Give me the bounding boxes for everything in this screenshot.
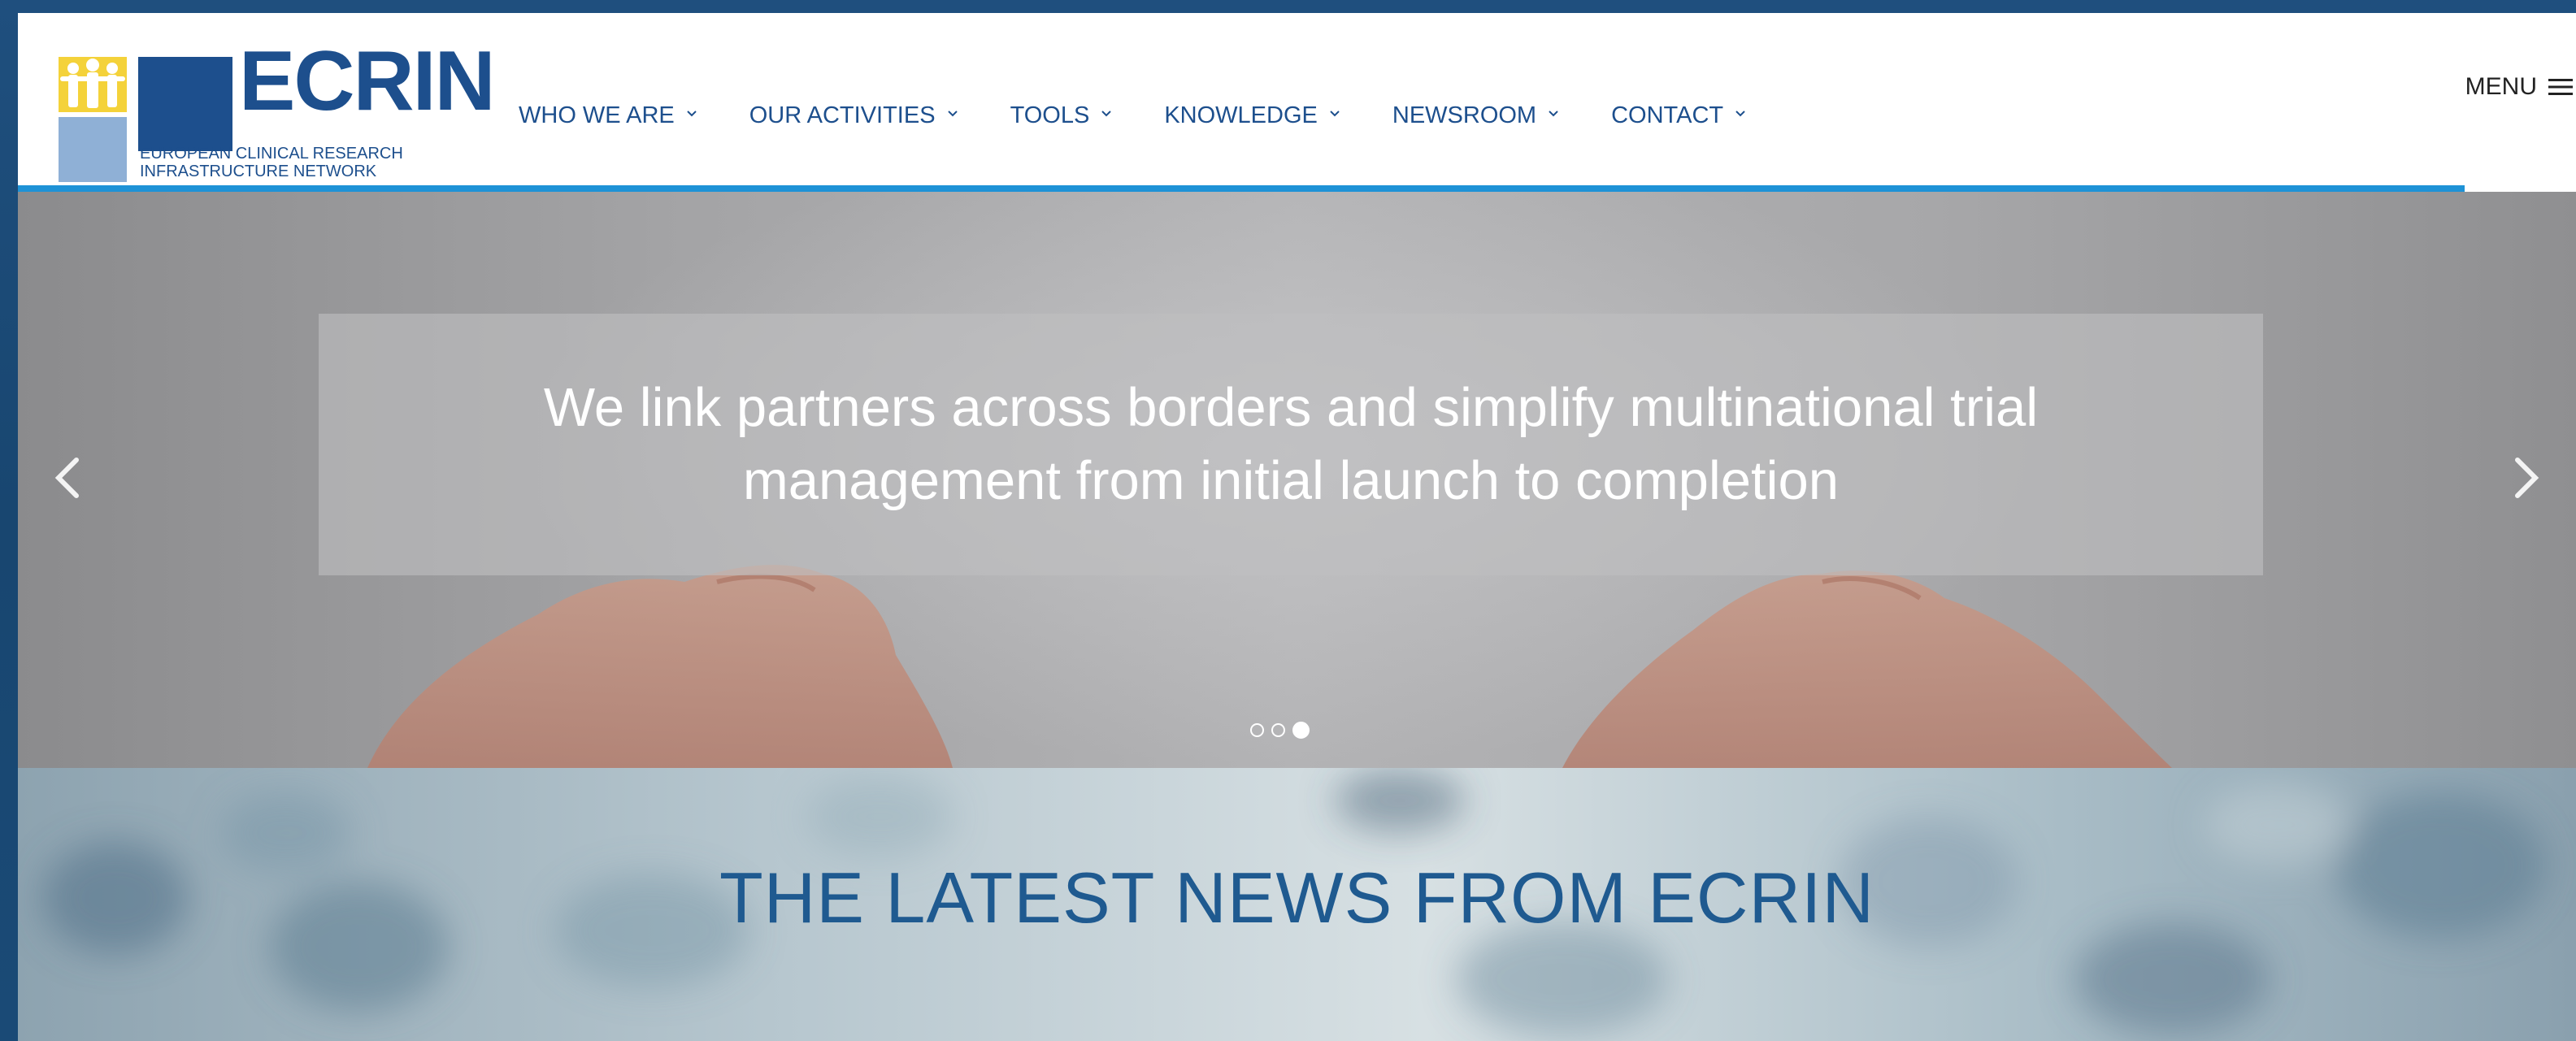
- nav-label: CONTACT: [1611, 102, 1724, 128]
- nav-label: TOOLS: [1010, 102, 1090, 128]
- header-accent-bar: [18, 185, 2465, 192]
- nav-tools[interactable]: TOOLS: [1010, 102, 1113, 129]
- main-nav: WHO WE ARE OUR ACTIVITIES TOOLS KNOWLEDG…: [519, 99, 1798, 132]
- ecrin-logo[interactable]: ECRIN EUROPEAN CLINICAL RESEARCH INFRAST…: [59, 39, 496, 182]
- chevron-down-icon: [1549, 111, 1558, 117]
- carousel-indicators: [1250, 722, 1317, 739]
- web-page: ECRIN EUROPEAN CLINICAL RESEARCH INFRAST…: [18, 13, 2576, 1041]
- nav-label: OUR ACTIVITIES: [749, 102, 936, 128]
- menu-button[interactable]: MENU: [2465, 73, 2573, 101]
- nav-label: NEWSROOM: [1392, 102, 1537, 128]
- logo-light-square: [59, 117, 127, 182]
- news-section-title: THE LATEST NEWS FROM ECRIN: [719, 857, 1875, 938]
- chevron-left-icon[interactable]: [42, 436, 91, 517]
- logo-wordmark: ECRIN: [239, 34, 496, 128]
- chevron-down-icon: [947, 111, 958, 117]
- browser-frame: ECRIN EUROPEAN CLINICAL RESEARCH INFRAST…: [0, 0, 2576, 1041]
- menu-label: MENU: [2465, 73, 2537, 100]
- nav-knowledge[interactable]: KNOWLEDGE: [1164, 102, 1340, 129]
- carousel-dot-2[interactable]: [1271, 723, 1285, 737]
- chevron-down-icon: [1330, 111, 1340, 117]
- logo-tagline-line2: INFRASTRUCTURE NETWORK: [140, 163, 377, 180]
- nav-our-activities[interactable]: OUR ACTIVITIES: [749, 102, 958, 129]
- site-header: ECRIN EUROPEAN CLINICAL RESEARCH INFRAST…: [18, 13, 2576, 192]
- chevron-down-icon: [687, 111, 697, 117]
- chevron-down-icon: [1101, 111, 1112, 117]
- nav-label: WHO WE ARE: [519, 102, 675, 128]
- hero-carousel: We link partners across borders and simp…: [18, 192, 2576, 768]
- chevron-right-icon[interactable]: [2503, 436, 2552, 517]
- hero-caption: We link partners across borders and simp…: [543, 377, 2039, 511]
- nav-contact[interactable]: CONTACT: [1611, 102, 1746, 129]
- logo-figures-icon: [59, 57, 127, 112]
- nav-who-we-are[interactable]: WHO WE ARE: [519, 102, 697, 129]
- news-section: THE LATEST NEWS FROM ECRIN: [18, 768, 2576, 1041]
- carousel-dot-1[interactable]: [1250, 723, 1264, 737]
- logo-tagline-line1: EUROPEAN CLINICAL RESEARCH: [140, 145, 403, 163]
- hamburger-icon: [2548, 79, 2573, 95]
- logo-dark-square: [138, 57, 232, 151]
- nav-label: KNOWLEDGE: [1164, 102, 1318, 128]
- nav-newsroom[interactable]: NEWSROOM: [1392, 102, 1559, 129]
- chevron-down-icon: [1735, 111, 1745, 117]
- hero-caption-box: We link partners across borders and simp…: [319, 314, 2263, 575]
- carousel-dot-3[interactable]: [1292, 722, 1310, 739]
